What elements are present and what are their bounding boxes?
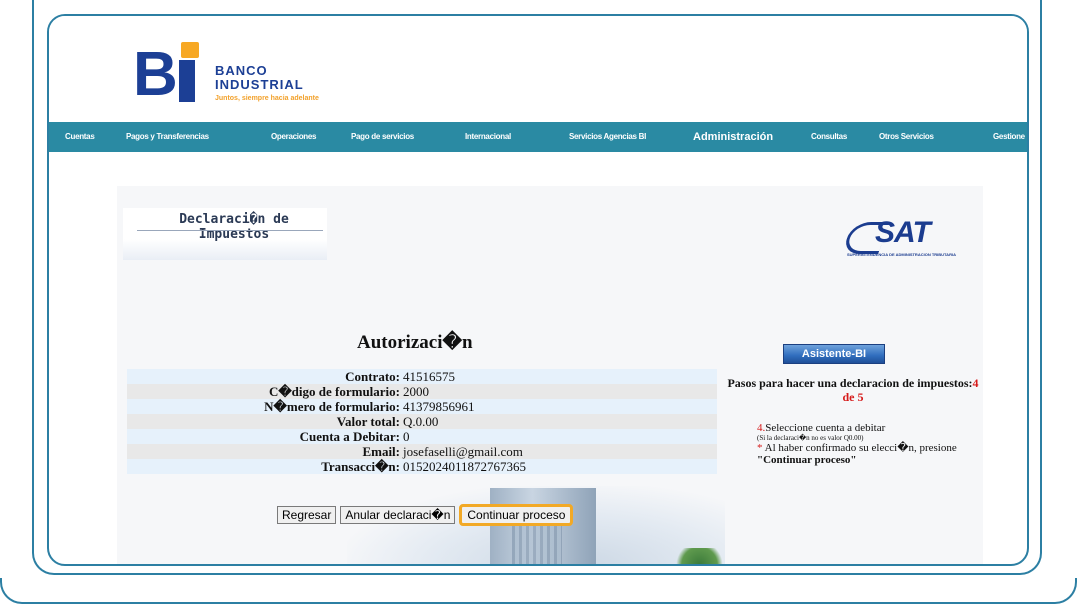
table-row: N�mero de formulario: 41379856961 <box>127 399 717 414</box>
step-line: 4.Seleccione cuenta a debitar <box>757 422 981 434</box>
main-nav: Cuentas Pagos y Transferencias Operacion… <box>49 122 1027 152</box>
brand-name: BANCO INDUSTRIAL Juntos, siempre hacia a… <box>215 64 319 104</box>
nav-item-pagos-transferencias[interactable]: Pagos y Transferencias <box>126 122 209 152</box>
table-row: Valor total: Q.0.00 <box>127 414 717 429</box>
step-text: Seleccione cuenta a debitar <box>765 422 886 434</box>
row-label: C�digo de formulario: <box>268 384 400 399</box>
nav-item-cuentas[interactable]: Cuentas <box>65 122 95 152</box>
sat-logo-subtitle: SUPERINTENDENCIA DE ADMINISTRACION TRIBU… <box>847 252 956 257</box>
confirm-bold: "Continuar proceso" <box>757 454 857 466</box>
continuar-proceso-button[interactable]: Continuar proceso <box>459 504 574 526</box>
confirm-text: Al haber confirmado su elecci�n, presion… <box>762 442 957 454</box>
row-value: josefaselli@gmail.com <box>403 444 523 459</box>
logo-b-letter: B <box>133 40 178 109</box>
row-label: Contrato: <box>345 369 400 384</box>
tree-image <box>672 548 727 564</box>
brand-line-2: INDUSTRIAL <box>215 77 304 92</box>
nav-item-gestione[interactable]: Gestione <box>993 122 1025 152</box>
nav-item-consultas[interactable]: Consultas <box>811 122 847 152</box>
laptop-base <box>0 578 1077 604</box>
declaracion-title-line1: Declaraci�n de <box>179 212 289 227</box>
brand-line-1: BANCO <box>215 63 268 78</box>
action-buttons: Regresar Anular declaraci�n Continuar pr… <box>277 504 577 526</box>
nav-item-internacional[interactable]: Internacional <box>465 122 511 152</box>
sat-logo: SAT SUPERINTENDENCIA DE ADMINISTRACION T… <box>841 216 977 260</box>
step-number: 4. <box>757 422 766 434</box>
divider <box>137 230 323 231</box>
logo-orange-square <box>181 42 199 58</box>
nav-item-pago-servicios[interactable]: Pago de servicios <box>351 122 414 152</box>
step-note: (Si la declaraci�n no es valor Q0.00) <box>757 434 864 442</box>
row-label: N�mero de formulario: <box>264 399 400 414</box>
row-value: 0 <box>403 429 410 444</box>
table-row: Transacci�n: 0152024011872767365 <box>127 459 717 474</box>
regresar-button[interactable]: Regresar <box>277 506 337 524</box>
pasos-heading: Pasos para hacer una declaracion de impu… <box>721 376 985 404</box>
row-label: Email: <box>362 444 400 459</box>
logo-i-bar <box>179 60 195 102</box>
asistente-bi-button[interactable]: Asistente-BI <box>783 344 885 364</box>
nav-item-servicios-agencias[interactable]: Servicios Agencias BI <box>569 122 646 152</box>
nav-item-operaciones[interactable]: Operaciones <box>271 122 316 152</box>
declaracion-title: Declaraci�n de Impuestos <box>159 212 309 242</box>
brand-slogan: Juntos, siempre hacia adelante <box>215 95 319 102</box>
table-row: C�digo de formulario: 2000 <box>127 384 717 399</box>
steps-instructions: 4.Seleccione cuenta a debitar (Si la dec… <box>757 422 981 466</box>
nav-item-otros-servicios[interactable]: Otros Servicios <box>879 122 934 152</box>
row-value: 0152024011872767365 <box>403 459 527 474</box>
row-value: 41379856961 <box>403 399 475 414</box>
page-title: Autorizaci�n <box>357 332 473 353</box>
sat-logo-text: SAT <box>875 216 931 249</box>
table-row: Cuenta a Debitar: 0 <box>127 429 717 444</box>
row-value: 41516575 <box>403 369 455 384</box>
table-row: Contrato: 41516575 <box>127 369 717 384</box>
anular-declaracion-button[interactable]: Anular declaraci�n <box>340 506 456 524</box>
row-value: Q.0.00 <box>403 414 439 429</box>
browser-screen: B BANCO INDUSTRIAL Juntos, siempre hacia… <box>47 14 1029 566</box>
pasos-text: Pasos para hacer una declaracion de impu… <box>727 376 973 390</box>
row-label: Valor total: <box>336 414 400 429</box>
page-header: B BANCO INDUSTRIAL Juntos, siempre hacia… <box>49 16 1027 116</box>
table-row: Email: josefaselli@gmail.com <box>127 444 717 459</box>
nav-item-administracion[interactable]: Administración <box>693 122 773 152</box>
bi-logo-icon[interactable]: B <box>133 30 205 106</box>
autorizacion-table: Contrato: 41516575 C�digo de formulario:… <box>127 369 717 474</box>
row-label: Transacci�n: <box>321 459 400 474</box>
main-content: Declaraci�n de Impuestos SAT SUPERINTEND… <box>117 186 985 564</box>
row-value: 2000 <box>403 384 429 399</box>
confirm-line: * Al haber confirmado su elecci�n, presi… <box>757 442 981 454</box>
row-label: Cuenta a Debitar: <box>299 429 400 444</box>
